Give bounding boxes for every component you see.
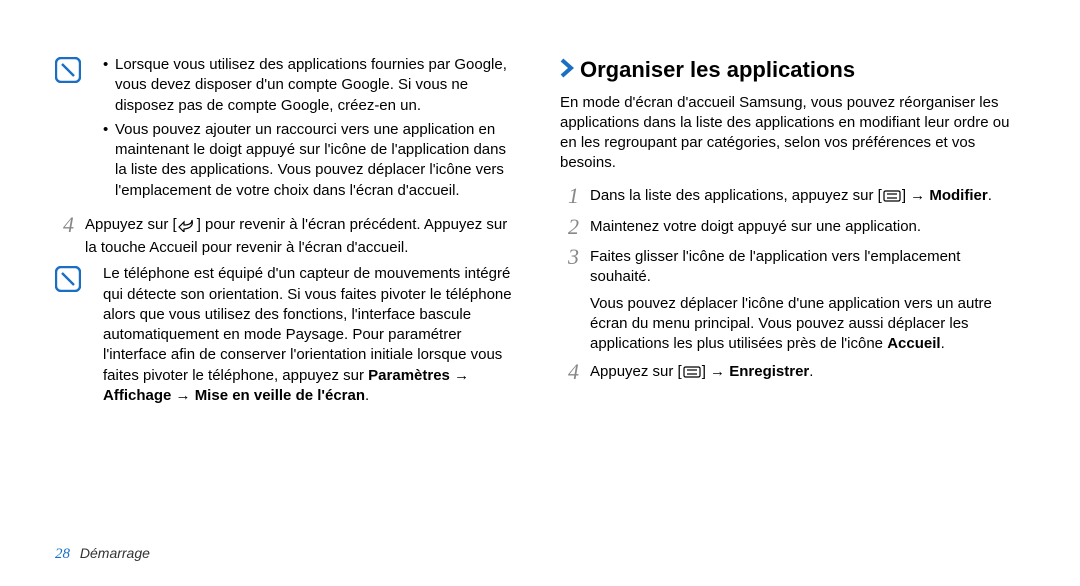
bullet-icon: • — [103, 55, 115, 116]
menu-icon — [882, 189, 902, 209]
note-box: • Lorsque vous utilisez des applications… — [55, 55, 520, 201]
note-icon — [55, 266, 81, 298]
right-column: Organiser les applications En mode d'écr… — [560, 55, 1025, 418]
note-bullet: • Lorsque vous utilisez des applications… — [103, 55, 520, 116]
step-item: 4 Appuyez sur [] → Enregistrer. — [560, 360, 1025, 385]
step-item: 4 Appuyez sur [] pour revenir à l'écran … — [55, 213, 520, 259]
bullet-icon: • — [103, 120, 115, 201]
section-heading: Organiser les applications — [560, 55, 1025, 85]
menu-icon — [682, 365, 702, 385]
step-subtext: Vous pouvez déplacer l'icône d'une appli… — [590, 294, 1025, 355]
page-number: 28 — [55, 546, 70, 562]
step-text: Maintenez votre doigt appuyé sur une app… — [590, 215, 1025, 239]
note-text: Le téléphone est équipé d'un capteur de … — [103, 264, 520, 406]
heading-text: Organiser les applications — [580, 55, 855, 85]
step-item: 2 Maintenez votre doigt appuyé sur une a… — [560, 215, 1025, 239]
left-column: • Lorsque vous utilisez des applications… — [55, 55, 520, 418]
note-text: Vous pouvez ajouter un raccourci vers un… — [115, 120, 520, 201]
step-number: 4 — [568, 360, 590, 385]
step-text: Appuyez sur [] → Enregistrer. — [590, 360, 1025, 385]
back-icon — [177, 218, 197, 238]
step-text: Appuyez sur [] pour revenir à l'écran pr… — [85, 213, 520, 259]
chevron-icon — [560, 58, 574, 82]
footer-section: Démarrage — [80, 545, 150, 561]
step-text: Dans la liste des applications, appuyez … — [590, 184, 1025, 209]
note-icon — [55, 57, 81, 89]
intro-paragraph: En mode d'écran d'accueil Samsung, vous … — [560, 93, 1025, 174]
step-number: 3 — [568, 245, 590, 354]
step-number: 4 — [63, 213, 85, 259]
page-footer: 28 Démarrage — [55, 544, 150, 564]
step-item: 1 Dans la liste des applications, appuye… — [560, 184, 1025, 209]
note-text: Lorsque vous utilisez des applications f… — [115, 55, 520, 116]
note-bullet: • Vous pouvez ajouter un raccourci vers … — [103, 120, 520, 201]
step-text: Faites glisser l'icône de l'application … — [590, 245, 1025, 354]
step-number: 1 — [568, 184, 590, 209]
step-item: 3 Faites glisser l'icône de l'applicatio… — [560, 245, 1025, 354]
note-box: Le téléphone est équipé d'un capteur de … — [55, 264, 520, 406]
step-number: 2 — [568, 215, 590, 239]
